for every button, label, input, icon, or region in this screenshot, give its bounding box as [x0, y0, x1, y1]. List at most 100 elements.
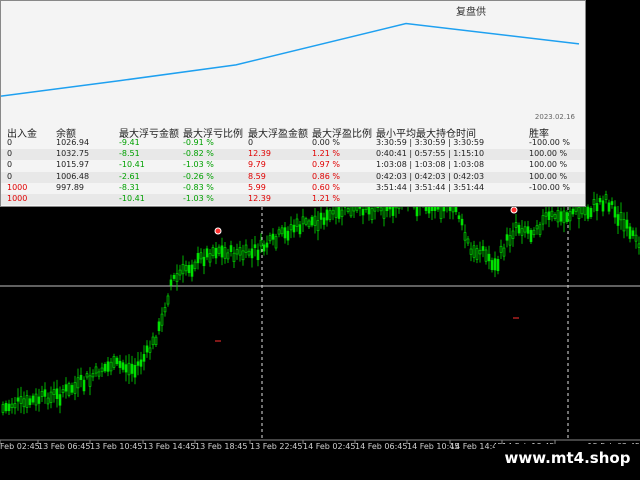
candle-body	[298, 224, 302, 235]
panel-date: 2023.02.16	[534, 113, 575, 121]
row-balance: 1015.97	[56, 160, 90, 170]
candle-body	[586, 206, 590, 219]
row-hold_time: 1:03:08 | 1:03:08 | 1:03:08	[376, 160, 485, 170]
candle-body	[322, 217, 326, 225]
candle-body	[40, 391, 44, 397]
candle-body	[10, 403, 14, 408]
candle-body	[283, 227, 287, 239]
candle-body	[127, 362, 131, 376]
row-max_profit_pct: 1.21 %	[312, 149, 340, 159]
candle-body	[334, 205, 338, 218]
candle-body	[223, 247, 227, 259]
candle-body	[37, 396, 41, 404]
candle-body	[619, 212, 623, 221]
candle-body	[202, 256, 206, 267]
candle-body	[94, 366, 98, 374]
candle-body	[64, 384, 68, 392]
row-band	[1, 194, 585, 205]
row-deposit: 0	[7, 160, 13, 170]
candle-body	[58, 394, 62, 406]
candle-body	[631, 230, 635, 237]
candle-body	[487, 253, 491, 262]
candle-body	[484, 249, 488, 262]
candle-body	[133, 364, 137, 378]
row-max_loss_pct: -1.03 %	[183, 160, 214, 170]
candle-body	[190, 264, 194, 277]
candle-body	[262, 244, 266, 252]
candle-body	[583, 205, 587, 216]
row-deposit: 0	[7, 149, 13, 159]
candle-body	[460, 218, 464, 226]
time-axis-label: 14 Feb 02:45	[303, 442, 356, 451]
candle-body	[226, 252, 230, 260]
candle-body	[169, 279, 173, 286]
candle-body	[568, 211, 572, 222]
candle-body	[481, 246, 485, 251]
row-hold_time: 3:51:44 | 3:51:44 | 3:51:44	[376, 182, 485, 192]
watermark: www.mt4.shop	[495, 444, 640, 472]
candle-body	[34, 393, 38, 406]
candle-body	[235, 249, 239, 255]
candle-body	[310, 216, 314, 226]
candle-body	[247, 250, 251, 256]
candle-body	[514, 222, 518, 228]
candle-body	[571, 208, 575, 215]
candle-body	[595, 203, 599, 212]
row-hold_time: 3:30:59 | 3:30:59 | 3:30:59	[376, 138, 485, 147]
candle-body	[157, 321, 161, 332]
candle-body	[28, 398, 32, 405]
trade-marker[interactable]	[510, 206, 518, 214]
candle-body	[244, 244, 248, 253]
row-max_profit: 8.59	[248, 171, 266, 181]
candle-body	[625, 219, 629, 229]
candle-body	[616, 214, 620, 226]
panel-title: 复盘供	[456, 7, 486, 18]
candle-body	[532, 229, 536, 236]
candle-body	[250, 248, 254, 259]
candle-body	[556, 210, 560, 223]
candle-body	[31, 395, 35, 403]
candle-body	[187, 265, 191, 274]
candle-body	[97, 371, 101, 377]
candle-body	[547, 211, 551, 220]
candle-body	[544, 212, 548, 217]
candle-body	[70, 385, 74, 393]
candle-body	[118, 360, 122, 368]
candle-body	[241, 250, 245, 261]
candle-body	[613, 206, 617, 218]
candle-body	[178, 269, 182, 276]
candle-body	[505, 234, 509, 241]
candle-body	[340, 209, 344, 217]
candle-body	[457, 215, 461, 220]
candle-body	[265, 242, 269, 248]
candle-body	[490, 260, 494, 270]
time-axis-label: 13 Feb 18:45	[195, 442, 248, 451]
candle-body	[280, 227, 284, 235]
row-deposit: 1000	[7, 182, 28, 192]
candle-body	[115, 357, 119, 365]
candle-body	[217, 246, 221, 254]
row-max_loss_pct: -0.83 %	[183, 182, 214, 192]
candle-body	[538, 224, 542, 235]
candle-body	[130, 363, 134, 374]
backtest-stats-panel: 复盘供 2023.02.16 出入金 余额 最大浮亏金额 最大浮亏比例 最大浮盈…	[0, 0, 586, 207]
candle-body	[370, 208, 374, 220]
candle-body	[106, 361, 110, 372]
candle-body	[268, 235, 272, 242]
candle-body	[112, 356, 116, 368]
row-win_rate: -100.00 %	[529, 182, 571, 192]
row-max_profit_pct: 0.86 %	[312, 171, 340, 181]
trade-marker[interactable]	[214, 227, 222, 235]
candle-body	[328, 210, 332, 220]
candle-body	[136, 361, 140, 366]
candle-body	[301, 216, 305, 225]
candle-body	[529, 230, 533, 243]
candle-body	[49, 391, 53, 403]
candle-body	[469, 248, 473, 255]
row-max_profit_pct: 0.00 %	[312, 138, 340, 147]
candle-body	[109, 361, 113, 372]
candle-body	[103, 363, 107, 372]
candle-body	[499, 245, 503, 253]
time-axis-label: 13 Feb 22:45	[250, 442, 303, 451]
candle-body	[466, 238, 470, 244]
